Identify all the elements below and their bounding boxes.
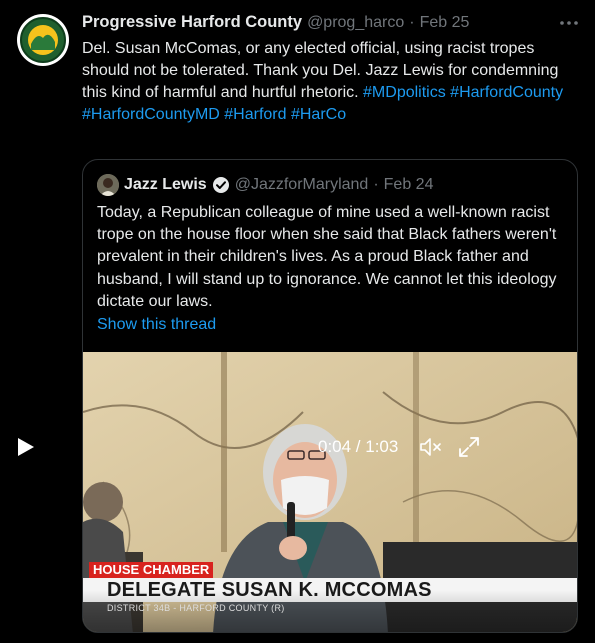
quoted-tweet-text: Today, a Republican colleague of mine us… bbox=[97, 204, 557, 310]
separator: · bbox=[373, 176, 379, 193]
author-name[interactable]: Progressive Harford County bbox=[82, 13, 302, 32]
quoted-tweet[interactable]: Jazz Lewis @JazzforMaryland · Feb 24 Tod… bbox=[82, 159, 578, 633]
tweet-header: Progressive Harford County @prog_harco ·… bbox=[82, 13, 469, 35]
separator: · bbox=[409, 14, 415, 31]
fullscreen-icon[interactable] bbox=[458, 436, 480, 458]
chyron-subtitle: DISTRICT 34B - HARFORD COUNTY (R) bbox=[107, 603, 285, 613]
quoted-tweet-header: Jazz Lewis @JazzforMaryland · Feb 24 bbox=[97, 174, 433, 196]
video-time: 0:04 / 1:03 bbox=[318, 437, 399, 456]
progressive-harford-county-logo-icon bbox=[18, 15, 68, 65]
avatar[interactable] bbox=[17, 14, 69, 66]
more-options-icon[interactable] bbox=[558, 15, 580, 31]
quoted-author-name: Jazz Lewis bbox=[124, 176, 207, 193]
author-handle[interactable]: @prog_harco bbox=[307, 14, 404, 32]
tweet-text: Del. Susan McComas, or any elected offic… bbox=[82, 38, 582, 126]
muted-speaker-icon[interactable] bbox=[419, 436, 443, 458]
quoted-tweet-date: Feb 24 bbox=[383, 176, 434, 193]
chyron-location: HOUSE CHAMBER bbox=[89, 562, 214, 578]
play-icon[interactable] bbox=[14, 436, 36, 458]
tweet[interactable]: Progressive Harford County @prog_harco ·… bbox=[0, 0, 595, 643]
person-avatar-icon bbox=[97, 174, 119, 196]
quoted-author-handle: @JazzforMaryland bbox=[234, 176, 369, 193]
video-player[interactable]: HOUSE CHAMBER DELEGATE SUSAN K. MCCOMAS … bbox=[83, 352, 577, 632]
quoted-avatar bbox=[97, 174, 119, 196]
tweet-date[interactable]: Feb 25 bbox=[420, 14, 470, 32]
show-thread-link[interactable]: Show this thread bbox=[97, 316, 216, 334]
verified-badge-icon bbox=[212, 177, 229, 193]
